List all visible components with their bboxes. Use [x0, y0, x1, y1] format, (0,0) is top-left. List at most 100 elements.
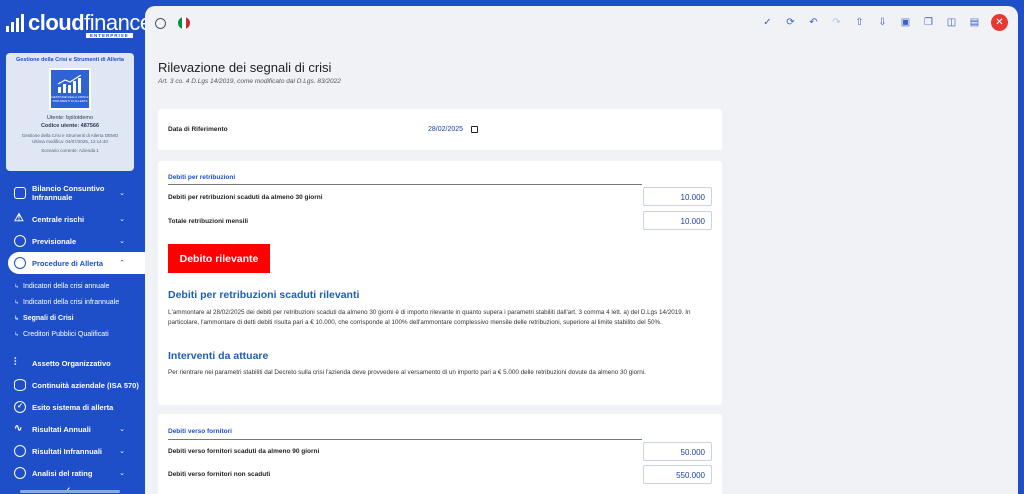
- sidebar-item-label: Assetto Organizzativo: [32, 358, 111, 368]
- retribuzioni-scadute-input[interactable]: 10.000: [643, 187, 712, 206]
- settings-icon[interactable]: [155, 17, 166, 29]
- alert-circle-icon: [14, 257, 26, 269]
- card-user: Utente: bpilotdemo: [46, 115, 94, 121]
- chevron-up-icon: ⌃: [119, 260, 125, 267]
- italian-flag-icon[interactable]: [178, 17, 190, 29]
- chevron-down-icon: ⌄: [119, 448, 125, 455]
- sidebar-item-label: Analisi del rating: [32, 468, 93, 478]
- layout-icon[interactable]: ▤: [968, 16, 981, 29]
- logo[interactable]: cloudfinance: [0, 0, 145, 46]
- fornitori-non-scaduti-input[interactable]: 550.000: [643, 465, 712, 484]
- section-divider: [168, 184, 642, 185]
- close-button[interactable]: ✕: [991, 14, 1008, 31]
- actions-paragraph: Per rientrare nei parametri stabiliti da…: [168, 369, 646, 376]
- save-icon[interactable]: ▣: [899, 16, 912, 29]
- date-label: Data di Riferimento: [168, 126, 228, 133]
- row-label: Totale retribuzioni mensili: [168, 218, 249, 225]
- sidebar-item-label: Risultati Infrannuali: [32, 446, 103, 456]
- product-image-label: GESTIONE DELLA CRISI E STRUMENTI DI ALLE…: [51, 95, 89, 103]
- section-divider: [168, 439, 642, 440]
- retribuzioni-totale-input[interactable]: 10.000: [643, 211, 712, 230]
- sidebar-nav: Bilancio Consuntivo Infrannuale ⌄ ⚠ Cent…: [0, 178, 145, 484]
- activity-icon: ∿: [14, 423, 23, 434]
- refresh-icon[interactable]: ⟳: [784, 16, 797, 29]
- date-panel: Data di Riferimento 28/02/2025: [158, 109, 722, 150]
- sidebar-item-esito[interactable]: ✓ Esito sistema di allerta: [0, 396, 145, 418]
- logo-tagline: ENTERPRISE: [86, 33, 133, 38]
- fornitori-scaduti-input[interactable]: 50.000: [643, 442, 712, 461]
- redo-icon[interactable]: ↷: [830, 16, 843, 29]
- section-heading: Debiti verso fornitori: [168, 428, 232, 435]
- pie-chart-icon: [14, 445, 26, 457]
- actions-heading: Interventi da attuare: [168, 350, 269, 362]
- chevron-down-icon: ⌄: [119, 470, 125, 477]
- columns-icon[interactable]: ◫: [945, 16, 958, 29]
- return-arrow-icon: ↳: [14, 283, 20, 290]
- submenu-item-infrannuale[interactable]: ↳ Indicatori della crisi infrannuale: [0, 294, 145, 310]
- submenu-item-segnali[interactable]: ↳ Segnali di Crisi: [0, 310, 145, 326]
- sidebar-item-label: Continuità aziendale (ISA 570): [32, 380, 139, 390]
- sidebar-item-procedure[interactable]: Procedure di Allerta ⌃: [8, 252, 145, 274]
- sidebar-item-label: Bilancio Consuntivo Infrannuale: [32, 184, 105, 202]
- return-arrow-icon: ↳: [14, 299, 20, 306]
- sidebar-item-label: Procedure di Allerta: [32, 258, 103, 268]
- main-content: ✓ ⟳ ↶ ↷ ⇧ ⇩ ▣ ❐ ◫ ▤ ✕ Rilevazione dei se…: [145, 6, 1018, 494]
- sidebar-item-label: Risultati Annuali: [32, 424, 91, 434]
- sidebar-scrollbar[interactable]: [20, 490, 120, 493]
- date-field[interactable]: 28/02/2025: [428, 126, 479, 133]
- gauge-icon: [14, 467, 26, 479]
- chevron-down-icon: ⌄: [119, 216, 125, 223]
- section-heading: Debiti per retribuzioni: [168, 174, 236, 181]
- logo-bars-icon: [6, 14, 24, 32]
- submenu-item-annuale[interactable]: ↳ Indicatori della crisi annuale: [0, 278, 145, 294]
- fornitori-panel: Debiti verso fornitori Debiti verso forn…: [158, 414, 722, 494]
- status-badge: Debito rilevante: [168, 244, 270, 273]
- confirm-icon[interactable]: ✓: [761, 16, 774, 29]
- sidebar-item-continuita[interactable]: Continuità aziendale (ISA 570): [0, 374, 145, 396]
- calendar-icon[interactable]: [471, 126, 479, 133]
- page-subtitle: Art. 3 co. 4 D.Lgs 14/2019, come modific…: [158, 78, 341, 85]
- submenu-item-label: Creditori Pubblici Qualificati: [23, 330, 109, 338]
- document-icon: [14, 187, 26, 199]
- sliders-icon: ⫶: [14, 357, 17, 368]
- warning-icon: ⚠: [14, 212, 24, 224]
- sidebar-item-annuali[interactable]: ∿ Risultati Annuali ⌄: [0, 418, 145, 440]
- row-label: Debiti verso fornitori scaduti da almeno…: [168, 448, 320, 455]
- submenu-item-creditori[interactable]: ↳ Creditori Pubblici Qualificati: [0, 326, 145, 342]
- result-heading: Debiti per retribuzioni scaduti rilevant…: [168, 289, 360, 301]
- card-scenario: Scenario corrente: Azienda 1: [41, 148, 99, 153]
- card-last-mod: Ultima modifica: 04/07/2025, 12:14:40: [32, 139, 108, 144]
- date-value: 28/02/2025: [428, 126, 464, 133]
- row-label: Debiti per retribuzioni scaduti da almen…: [168, 194, 323, 201]
- sidebar-item-rating[interactable]: Analisi del rating ⌄: [0, 462, 145, 484]
- return-arrow-icon: ↳: [14, 331, 20, 338]
- result-paragraph: L'ammontare al 28/02/2025 dei debiti per…: [168, 309, 691, 326]
- sidebar-item-infrannuali[interactable]: Risultati Infrannuali ⌄: [0, 440, 145, 462]
- return-arrow-icon: ↳: [14, 315, 20, 322]
- card-code: Codice utente: 487566: [40, 123, 100, 129]
- sidebar-item-assetto[interactable]: ⫶ Assetto Organizzativo: [0, 352, 145, 374]
- undo-icon[interactable]: ↶: [807, 16, 820, 29]
- sidebar: cloudfinance ENTERPRISE Gestione della C…: [0, 0, 145, 494]
- sidebar-item-label: Previsionale: [32, 236, 77, 246]
- copy-icon[interactable]: ❐: [922, 16, 935, 29]
- sidebar-item-bilancio[interactable]: Bilancio Consuntivo Infrannuale ⌄: [0, 178, 145, 208]
- check-circle-icon: ✓: [14, 401, 26, 413]
- row-label: Debiti verso fornitori non scaduti: [168, 471, 271, 478]
- sidebar-item-label: Centrale rischi: [32, 214, 85, 224]
- retribuzioni-panel: Debiti per retribuzioni Debiti per retri…: [158, 161, 722, 405]
- sidebar-item-previsionale[interactable]: Previsionale ⌄: [0, 230, 145, 252]
- upload-icon[interactable]: ⇧: [853, 16, 866, 29]
- toolbar-actions: ✓ ⟳ ↶ ↷ ⇧ ⇩ ▣ ❐ ◫ ▤ ✕: [761, 14, 1008, 31]
- submenu-item-label: Indicatori della crisi infrannuale: [23, 298, 120, 306]
- card-title: Gestione della Crisi e Strumenti di Alle…: [16, 57, 124, 63]
- page-title: Rilevazione dei segnali di crisi: [158, 60, 332, 75]
- chevron-down-icon: ⌄: [119, 189, 125, 197]
- sidebar-item-label: Esito sistema di allerta: [32, 402, 114, 412]
- logo-text: cloudfinance: [28, 10, 145, 35]
- download-icon[interactable]: ⇩: [876, 16, 889, 29]
- submenu-item-label: Segnali di Crisi: [23, 314, 74, 322]
- sidebar-item-centrale[interactable]: ⚠ Centrale rischi ⌄: [0, 208, 145, 230]
- user-card: Gestione della Crisi e Strumenti di Alle…: [6, 53, 134, 171]
- chevron-down-icon: ⌄: [119, 426, 125, 433]
